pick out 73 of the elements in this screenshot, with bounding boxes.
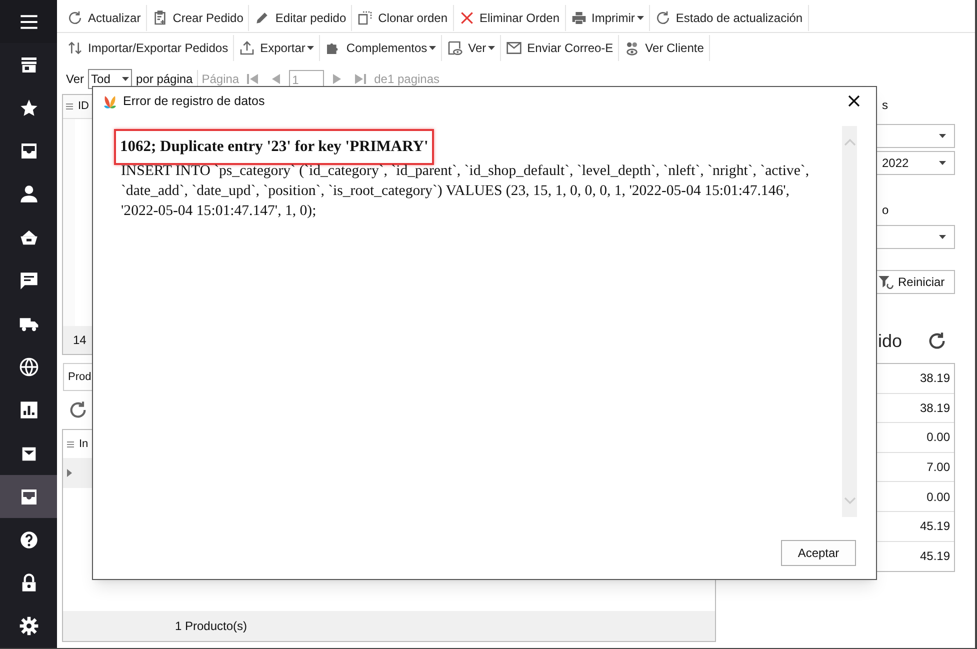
toolbar-button[interactable]: Exportar [234, 34, 320, 60]
app-logo-icon [103, 93, 117, 109]
show-label: Ver [66, 71, 84, 88]
refresh-icon[interactable] [927, 331, 947, 351]
table-cell-text: 0.00 [926, 488, 950, 506]
column-menu-icon[interactable] [67, 440, 74, 448]
toolbar-button[interactable]: Complementos [320, 34, 442, 60]
table-cell-text: 38.19 [920, 370, 950, 388]
star-icon [18, 98, 38, 118]
chat-icon [18, 270, 38, 291]
toolbar-button[interactable]: Imprimir [566, 5, 650, 31]
error-message: INSERT INTO `ps_category` (`id_category`, `id_parent`, `id_shop_default`, `level_depth`, `nleft`, `nright`, `active`, `date_add`, `date_upd`, `position`, `is_root_category`) VALUES (23, 15, 1, 0, 0, 0, 1, '2022-05-04 15:01:47.146', '2022-05-04 15:01:47.147', 1, 0); [121, 162, 810, 221]
caret-icon [939, 235, 946, 239]
grid-footer: 1 Producto(s) [175, 617, 248, 635]
filter-label: o [882, 203, 889, 217]
table-cell-text: 45.19 [920, 548, 950, 566]
toolbar-button[interactable]: Editar pedido [249, 5, 352, 31]
sidebar-item[interactable] [0, 0, 57, 44]
column-header[interactable]: ID [78, 98, 89, 115]
table-cell-text: 45.19 [920, 518, 950, 536]
close-icon[interactable] [848, 95, 860, 107]
column-menu-icon[interactable] [66, 103, 73, 110]
settings-icon [18, 616, 38, 636]
toolbar-button[interactable]: Ver Cliente [619, 34, 710, 60]
table-cell-text: 7.00 [926, 459, 950, 476]
sidebar-item[interactable] [0, 475, 57, 518]
page-total: de1 paginas [374, 71, 440, 88]
table-cell-text: 38.19 [920, 400, 950, 417]
clone-icon [357, 10, 374, 26]
clipboard-plus-icon [152, 10, 168, 26]
close-icon [458, 10, 474, 26]
caret-icon [307, 46, 314, 50]
toolbar-button[interactable]: Clonar orden [352, 5, 454, 31]
error-heading: 1062; Duplicate entry '23' for key 'PRIMARY' [120, 138, 428, 155]
caret-icon [122, 77, 130, 81]
help-icon [18, 530, 38, 550]
refresh-icon [67, 10, 83, 26]
chart-icon [18, 400, 38, 420]
printer-icon [570, 10, 587, 26]
people-eye-icon [624, 40, 640, 56]
page-label: Página [202, 71, 240, 88]
caret-icon [636, 16, 644, 20]
arrows-icon [67, 40, 83, 56]
filter-label: s [882, 98, 888, 112]
toolbar-button[interactable]: Crear Pedido [146, 5, 250, 31]
toolbar-button[interactable]: Enviar Correo-E [501, 34, 620, 60]
store-icon [18, 54, 38, 75]
row-indicator-icon [67, 469, 72, 477]
panel-title: ido [878, 330, 902, 352]
upload-icon [239, 40, 256, 56]
globe-icon [18, 357, 38, 378]
mail-icon [506, 40, 522, 56]
column-header[interactable]: In [79, 436, 88, 452]
caret-icon [939, 161, 946, 165]
tray-icon [18, 486, 38, 507]
toolbar-button[interactable]: Actualizar [62, 5, 147, 31]
toolbar-button[interactable]: Estado de actualización [650, 5, 809, 31]
grid-footer: 14 [73, 331, 86, 349]
filter-reset-icon [878, 275, 894, 289]
toolbar-button[interactable]: Importar/Exportar Pedidos [62, 34, 234, 60]
toolbar-button[interactable]: Eliminar Orden [454, 5, 566, 31]
refresh-icon[interactable] [68, 400, 88, 420]
toolbar-button[interactable]: Ver [442, 34, 502, 60]
accept-button[interactable]: Aceptar [781, 540, 856, 566]
caret-icon [429, 46, 436, 50]
eye-window-icon [447, 40, 464, 56]
caret-icon [939, 134, 946, 138]
tray-icon [18, 141, 38, 162]
table-cell-text: 0.00 [926, 429, 950, 446]
dialog-title: Error de registro de datos [123, 92, 266, 110]
person-icon [18, 184, 38, 204]
caret-icon [488, 46, 496, 50]
pencil-icon [254, 10, 270, 26]
